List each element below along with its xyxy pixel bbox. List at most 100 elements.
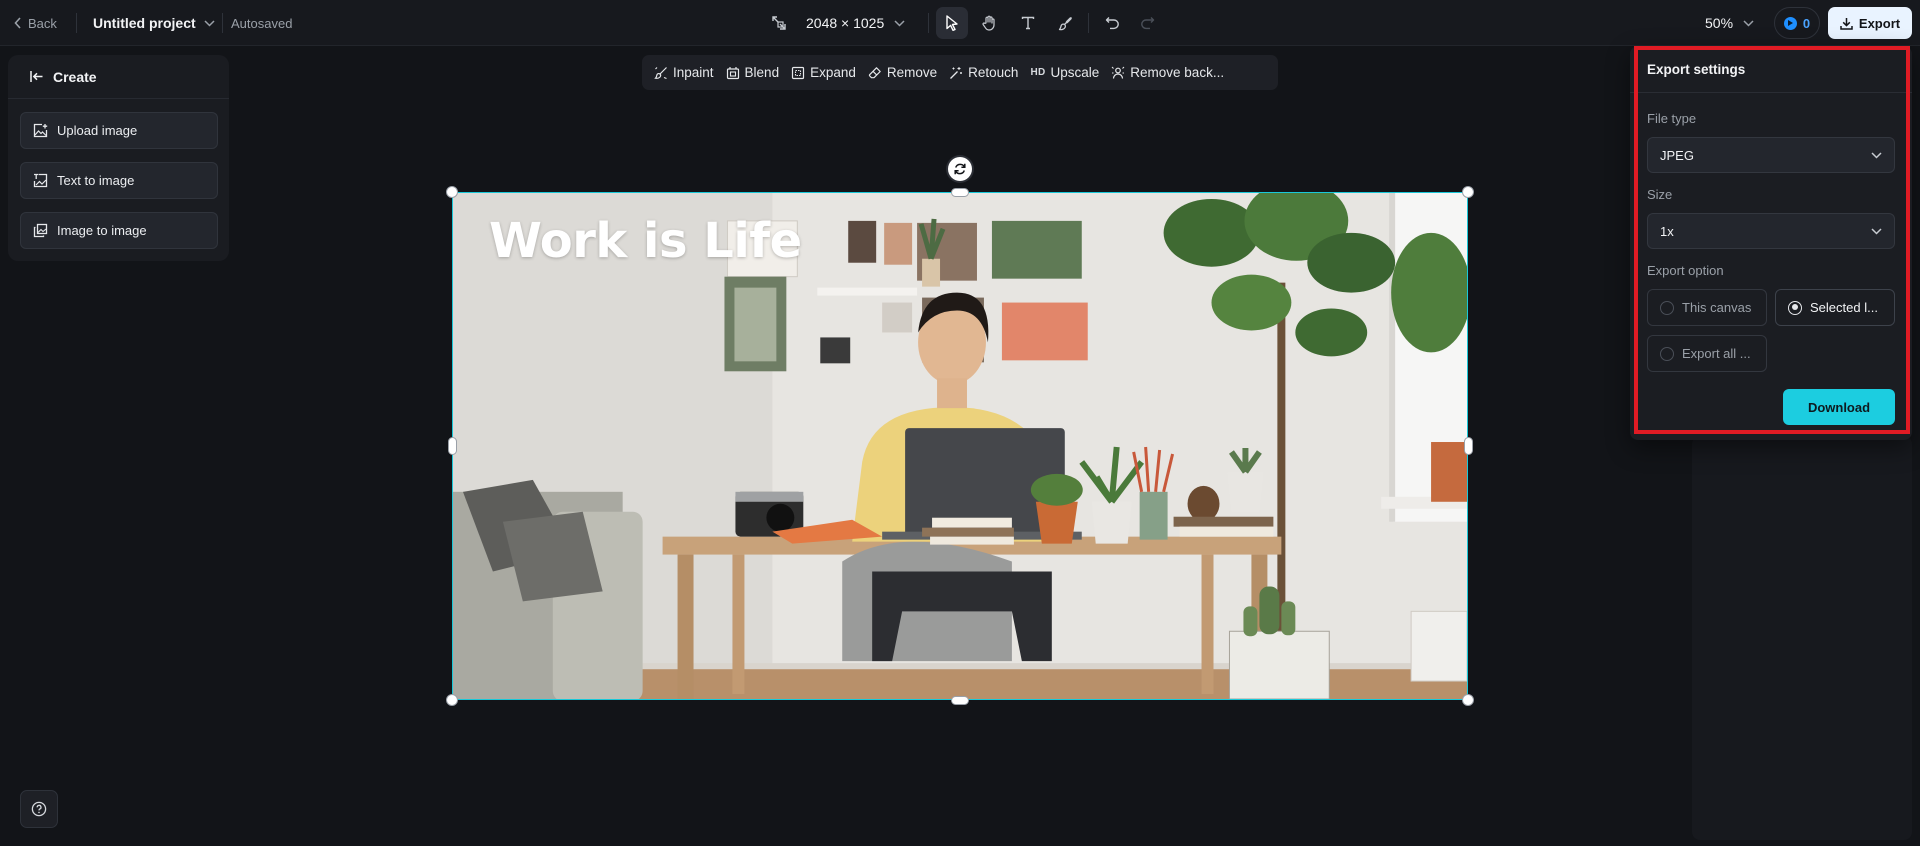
retouch-label: Retouch — [968, 65, 1019, 80]
remove-background-button[interactable]: Remove back... — [1105, 59, 1230, 86]
radio-selected-icon — [1788, 300, 1802, 315]
resize-handle-top-right[interactable] — [1462, 186, 1474, 198]
hd-icon: HD — [1030, 67, 1046, 78]
export-option-export-all-label: Export all ... — [1682, 346, 1751, 361]
create-panel-title: Create — [53, 68, 97, 85]
rotate-icon — [953, 162, 967, 176]
blend-icon — [726, 66, 740, 80]
export-option-label: Export option — [1647, 263, 1724, 278]
upload-image-icon — [33, 123, 48, 138]
remove-label: Remove — [886, 65, 938, 80]
retouch-icon — [949, 66, 963, 80]
size-label: Size — [1647, 187, 1673, 202]
collapse-left-icon — [30, 70, 44, 83]
chevron-left-icon — [14, 17, 22, 29]
export-option-export-all[interactable]: Export all ... — [1647, 335, 1767, 372]
redo-icon — [1140, 16, 1155, 30]
divider — [1088, 13, 1089, 33]
pointer-icon — [945, 15, 959, 31]
edit-toolbar: Inpaint Blend Expand Remove Retouch HD U… — [642, 55, 1278, 90]
eraser-icon — [868, 66, 882, 80]
top-bar: Back Untitled project Autosaved 2048 × 1… — [0, 0, 1920, 46]
remove-button[interactable]: Remove — [862, 59, 943, 86]
undo-icon — [1105, 16, 1120, 30]
redo-button[interactable] — [1131, 7, 1163, 39]
resize-handle-bottom-right[interactable] — [1462, 694, 1474, 706]
text-to-image-button[interactable]: Text to image — [20, 162, 218, 199]
chevron-down-icon — [1743, 19, 1754, 27]
brush-icon — [1058, 16, 1073, 31]
radio-icon — [1660, 346, 1674, 361]
export-settings-title: Export settings — [1630, 46, 1912, 93]
export-button[interactable]: Export — [1828, 7, 1912, 39]
resize-handle-bottom-left[interactable] — [446, 694, 458, 706]
inpaint-button[interactable]: Inpaint — [648, 59, 720, 86]
retouch-button[interactable]: Retouch — [943, 59, 1024, 86]
upload-image-button[interactable]: Upload image — [20, 112, 218, 149]
hand-tool-button[interactable] — [973, 7, 1005, 39]
file-type-select[interactable]: JPEG — [1647, 137, 1895, 173]
canvas-size-dropdown[interactable]: 2048 × 1025 — [806, 0, 905, 46]
resize-handle-top-left[interactable] — [446, 186, 458, 198]
project-title-dropdown[interactable]: Untitled project — [93, 0, 215, 46]
zoom-value: 50% — [1705, 15, 1734, 31]
blend-label: Blend — [744, 65, 780, 80]
blend-button[interactable]: Blend — [720, 59, 786, 86]
remove-background-icon — [1111, 66, 1125, 80]
brush-tool-button[interactable] — [1049, 7, 1081, 39]
inpaint-label: Inpaint — [673, 65, 714, 80]
image-to-image-button[interactable]: Image to image — [20, 212, 218, 249]
text-tool-button[interactable] — [1012, 7, 1044, 39]
divider — [928, 13, 929, 33]
image-to-image-icon — [33, 223, 48, 238]
size-select[interactable]: 1x — [1647, 213, 1895, 249]
help-button[interactable] — [20, 790, 58, 828]
chevron-down-icon — [1871, 227, 1882, 235]
expand-button[interactable]: Expand — [785, 59, 862, 86]
export-option-selected-layers[interactable]: Selected l... — [1775, 289, 1895, 326]
headline-text-layer[interactable]: Work is Life — [489, 213, 802, 269]
text-icon — [1021, 16, 1035, 30]
select-tool-button[interactable] — [936, 7, 968, 39]
right-side-panel — [1692, 436, 1912, 840]
create-panel: Create Upload image Text to image Image … — [8, 55, 229, 261]
credits-badge[interactable]: 0 — [1774, 7, 1820, 39]
chevron-down-icon — [204, 19, 215, 27]
resize-handle-top[interactable] — [951, 188, 969, 197]
export-option-this-canvas[interactable]: This canvas — [1647, 289, 1767, 326]
text-to-image-icon — [33, 173, 48, 188]
canvas-image-layer[interactable]: Work is Life — [452, 192, 1468, 700]
export-option-selected-layers-label: Selected l... — [1810, 300, 1878, 315]
resize-handle-right[interactable] — [1464, 437, 1473, 455]
canvas-size-value: 2048 × 1025 — [806, 15, 885, 31]
file-type-label: File type — [1647, 111, 1697, 126]
download-icon — [1840, 17, 1853, 30]
undo-button[interactable] — [1096, 7, 1128, 39]
resize-handle-bottom[interactable] — [951, 696, 969, 705]
resize-handle-left[interactable] — [448, 437, 457, 455]
chevron-down-icon — [894, 19, 905, 27]
credits-count: 0 — [1802, 15, 1811, 31]
export-option-this-canvas-label: This canvas — [1682, 300, 1752, 315]
upload-image-label: Upload image — [57, 123, 138, 138]
file-type-value: JPEG — [1660, 147, 1694, 163]
divider — [222, 13, 223, 33]
rotate-handle[interactable] — [948, 157, 972, 181]
back-button[interactable]: Back — [14, 0, 57, 46]
help-icon — [31, 801, 47, 817]
size-value: 1x — [1660, 223, 1674, 239]
expand-label: Expand — [810, 65, 856, 80]
create-panel-header[interactable]: Create — [8, 55, 229, 99]
zoom-dropdown[interactable]: 50% — [1705, 0, 1754, 46]
hand-icon — [981, 15, 997, 31]
upscale-button[interactable]: HD Upscale — [1024, 59, 1105, 86]
chevron-down-icon — [1871, 151, 1882, 159]
divider — [76, 13, 77, 33]
radio-icon — [1660, 300, 1674, 315]
image-to-image-label: Image to image — [57, 223, 147, 238]
credits-icon — [1783, 16, 1797, 30]
download-button[interactable]: Download — [1783, 389, 1895, 425]
remove-background-label: Remove back... — [1130, 65, 1225, 80]
autosave-status: Autosaved — [231, 15, 293, 31]
resize-canvas-icon[interactable] — [769, 0, 789, 46]
